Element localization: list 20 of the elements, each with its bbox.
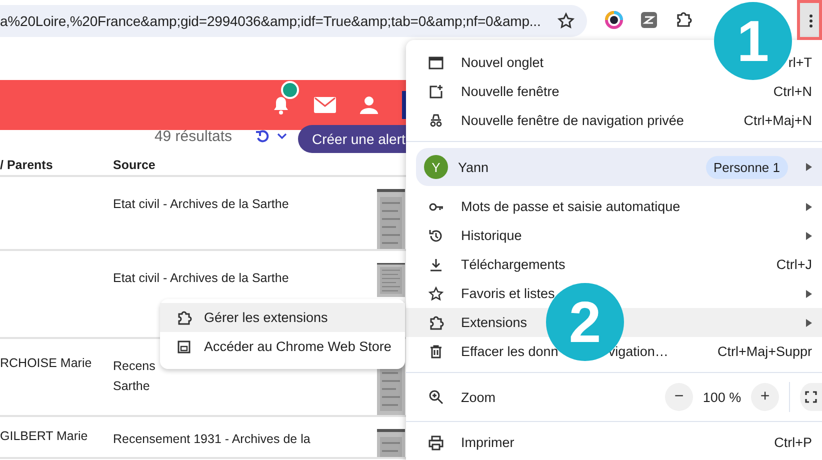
table-cell: GILBERT Marie [0,429,88,443]
avatar: Y [424,155,448,179]
shortcut-text: Ctrl+Maj+Suppr [717,344,812,359]
column-header: Source [113,158,156,172]
shortcut-text: Ctrl+J [776,257,812,272]
table-cell-text: Etat civil - Archives de la Sarthe [113,196,290,213]
table-cell-text: Recensement 1931 - Archives de la [113,431,312,448]
table-cell-text: Recens [113,358,156,375]
shortcut-text: Ctrl+N [773,84,812,99]
results-count: 49 résultats [154,128,232,144]
address-text: a%20Loire,%20France&amp;gid=2994036&amp;idf=True&amp;tab=0&amp;nf=0&amp... [0,13,542,29]
table-cell: RCHOISE Marie [0,356,92,370]
table-cell-text: Etat civil - Archives de la Sarthe [113,270,290,287]
zoom-label: Zoom [461,390,497,404]
shortcut-text: Ctrl+Maj+N [744,113,812,128]
profile-badge: Personne 1 [706,156,788,178]
shortcut-text: Ctrl+P [774,435,812,450]
zoom-value: 100 % [702,390,742,404]
column-header: / Parents [0,158,54,172]
table-cell-text: Sarthe [113,378,151,395]
